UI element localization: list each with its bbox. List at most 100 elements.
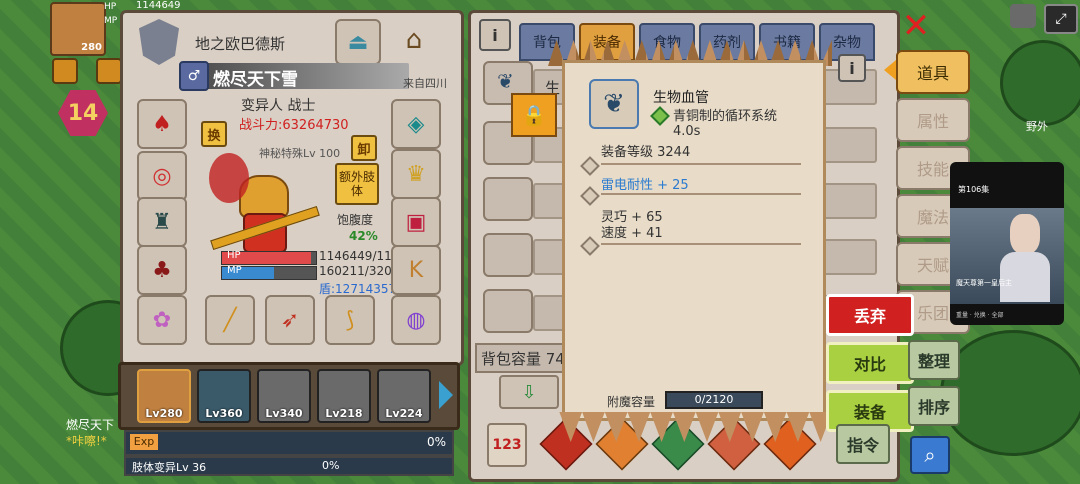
boots-slot[interactable]: K <box>391 245 441 295</box>
team-hero[interactable]: Lv340 <box>257 369 311 423</box>
map-label: 野外 <box>1026 120 1048 133</box>
swap-button[interactable]: 换 <box>201 121 227 147</box>
character-name: 燃尽天下雪 <box>213 70 298 90</box>
hero-level: Lv340 <box>265 407 303 420</box>
socket-icon <box>580 236 600 256</box>
tree <box>1000 40 1080 126</box>
mp-label: MP <box>227 265 242 276</box>
discard-button[interactable]: 丢弃 <box>826 294 914 336</box>
belt-slot[interactable]: ▣ <box>391 197 441 247</box>
mp-value: 160211/3204 <box>319 264 400 278</box>
shoulder-slot[interactable]: ♛ <box>391 149 441 199</box>
unequip-button[interactable]: 卸 <box>351 135 377 161</box>
limb-bar: 肢体变异Lv 36 0% <box>124 456 454 476</box>
extra-limb-button[interactable]: 额外肢体 <box>335 163 379 205</box>
tree <box>940 330 1080 456</box>
map-icon[interactable] <box>1010 4 1036 28</box>
video-title: 第106集 <box>958 185 990 194</box>
tab-books[interactable]: 书籍 <box>759 23 815 61</box>
socket-icon <box>580 186 600 206</box>
pet-slot[interactable]: ✿ <box>137 295 187 345</box>
armor-slot[interactable]: ♜ <box>137 197 187 247</box>
video-footer: 重量 · 兑换 · 全部 <box>956 312 1004 319</box>
vessel-icon: ❦ <box>589 79 639 129</box>
socket-icon <box>580 156 600 176</box>
divider <box>601 193 801 195</box>
info-icon[interactable]: i <box>479 19 511 51</box>
bag-item-slot[interactable] <box>483 233 533 277</box>
tab-food[interactable]: 食物 <box>639 23 695 61</box>
bag-item-slot[interactable] <box>483 177 533 221</box>
ring-icon: ◍ <box>406 307 426 333</box>
bag-capacity-text: 背包容量 74 <box>481 350 565 368</box>
chest-icon: ▣ <box>405 209 427 235</box>
expand-icon[interactable]: ⤢ <box>1044 4 1078 34</box>
stat-speed: 速度 + 41 <box>601 226 663 241</box>
buff-icon[interactable] <box>52 58 78 84</box>
ring-slot[interactable]: ◍ <box>391 295 441 345</box>
compare-button[interactable]: 对比 <box>826 342 914 384</box>
player-level-small: 280 <box>81 42 102 53</box>
search-icon[interactable]: ⌕ <box>910 436 950 474</box>
command-button[interactable]: 指令 <box>836 424 890 464</box>
dragon-helmet-icon: ♠ <box>152 111 172 137</box>
sort-button[interactable]: 排序 <box>908 386 960 426</box>
close-icon[interactable]: ✕ <box>898 6 934 46</box>
bow-slot[interactable]: ⟆ <box>325 295 375 345</box>
divider <box>601 163 801 165</box>
side-tab-attributes[interactable]: 属性 <box>896 98 970 142</box>
set-icon <box>650 106 670 126</box>
origin: 来自四川 <box>403 77 447 90</box>
class-label: 变异人 战士 <box>241 98 316 114</box>
mp-mini-label: MP <box>104 16 118 26</box>
team-hero[interactable]: Lv280 <box>137 369 191 423</box>
level-number: 14 <box>67 100 99 126</box>
item-tooltip: ❦ 生物血管 青铜制的循环系统 4.0s 装备等级 3244 雷电耐性 + 25… <box>562 60 826 421</box>
arrow-right-icon[interactable] <box>439 381 453 409</box>
character-panel: 地之欧巴德斯 ⏏ ⌂ ♂ 燃尽天下雪 来自四川 变异人 战士 战斗力:63264… <box>120 10 464 366</box>
team-hero[interactable]: Lv360 <box>197 369 251 423</box>
hero-level: Lv360 <box>205 407 243 420</box>
hp-mini-label: HP <box>104 2 117 12</box>
vessel-icon: ❦ <box>497 69 514 93</box>
chat-line: *咔嚓!* <box>66 434 107 448</box>
hanger-icon[interactable]: ⌂ <box>387 19 441 61</box>
buff-icon[interactable] <box>96 58 122 84</box>
video-overlay[interactable]: 第106集 魔天尊第一皇后主 重量 · 兑换 · 全部 <box>950 162 1064 325</box>
armor-icon: ♜ <box>152 209 172 235</box>
hero-level: Lv224 <box>385 407 423 420</box>
spear-icon: ➶ <box>280 307 300 333</box>
info-icon[interactable]: i <box>838 54 866 82</box>
team-hero[interactable]: Lv218 <box>317 369 371 423</box>
helmet-slot[interactable]: ♠ <box>137 99 187 149</box>
guild-name: 地之欧巴德斯 <box>195 35 286 53</box>
lock-icon[interactable]: 🔒 <box>511 93 557 137</box>
crown-icon: ♛ <box>406 161 426 187</box>
number-sort-icon[interactable]: 123 <box>487 423 527 467</box>
tab-backpack[interactable]: 背包 <box>519 23 575 61</box>
arrange-button[interactable]: 整理 <box>908 340 960 380</box>
cloak-slot[interactable]: ♣ <box>137 245 187 295</box>
team-hero[interactable]: Lv224 <box>377 369 431 423</box>
chat-line: 燃尽天下 <box>66 418 115 432</box>
character-sprite <box>209 153 320 253</box>
offhand-slot[interactable]: ➶ <box>265 295 315 345</box>
bag-item-slot[interactable] <box>483 289 533 333</box>
limb-label: 肢体变异Lv 36 <box>132 461 207 474</box>
teleport-icon[interactable]: ⏏ <box>335 19 381 65</box>
team-bar: Lv280 Lv360 Lv340 Lv218 Lv224 <box>118 362 460 430</box>
attack-speed: 4.0s <box>673 124 701 139</box>
exp-bar: Exp 0% <box>124 430 454 456</box>
side-tab-items[interactable]: 道具 <box>896 50 970 94</box>
hunger-value: 42% <box>349 229 378 243</box>
download-icon[interactable]: ⇩ <box>499 375 559 409</box>
set-name: 青铜制的循环系统 <box>673 109 778 124</box>
gender-icon: ♂ <box>179 61 209 91</box>
rabbit-icon: ✿ <box>152 307 172 333</box>
amulet-slot[interactable]: ◈ <box>391 99 441 149</box>
necklace-slot[interactable]: ◎ <box>137 151 187 201</box>
hero-level: Lv218 <box>325 407 363 420</box>
weapon-slot[interactable]: ╱ <box>205 295 255 345</box>
enchant-bar: 0/2120 <box>665 391 763 409</box>
player-avatar[interactable]: 280 <box>50 2 106 56</box>
